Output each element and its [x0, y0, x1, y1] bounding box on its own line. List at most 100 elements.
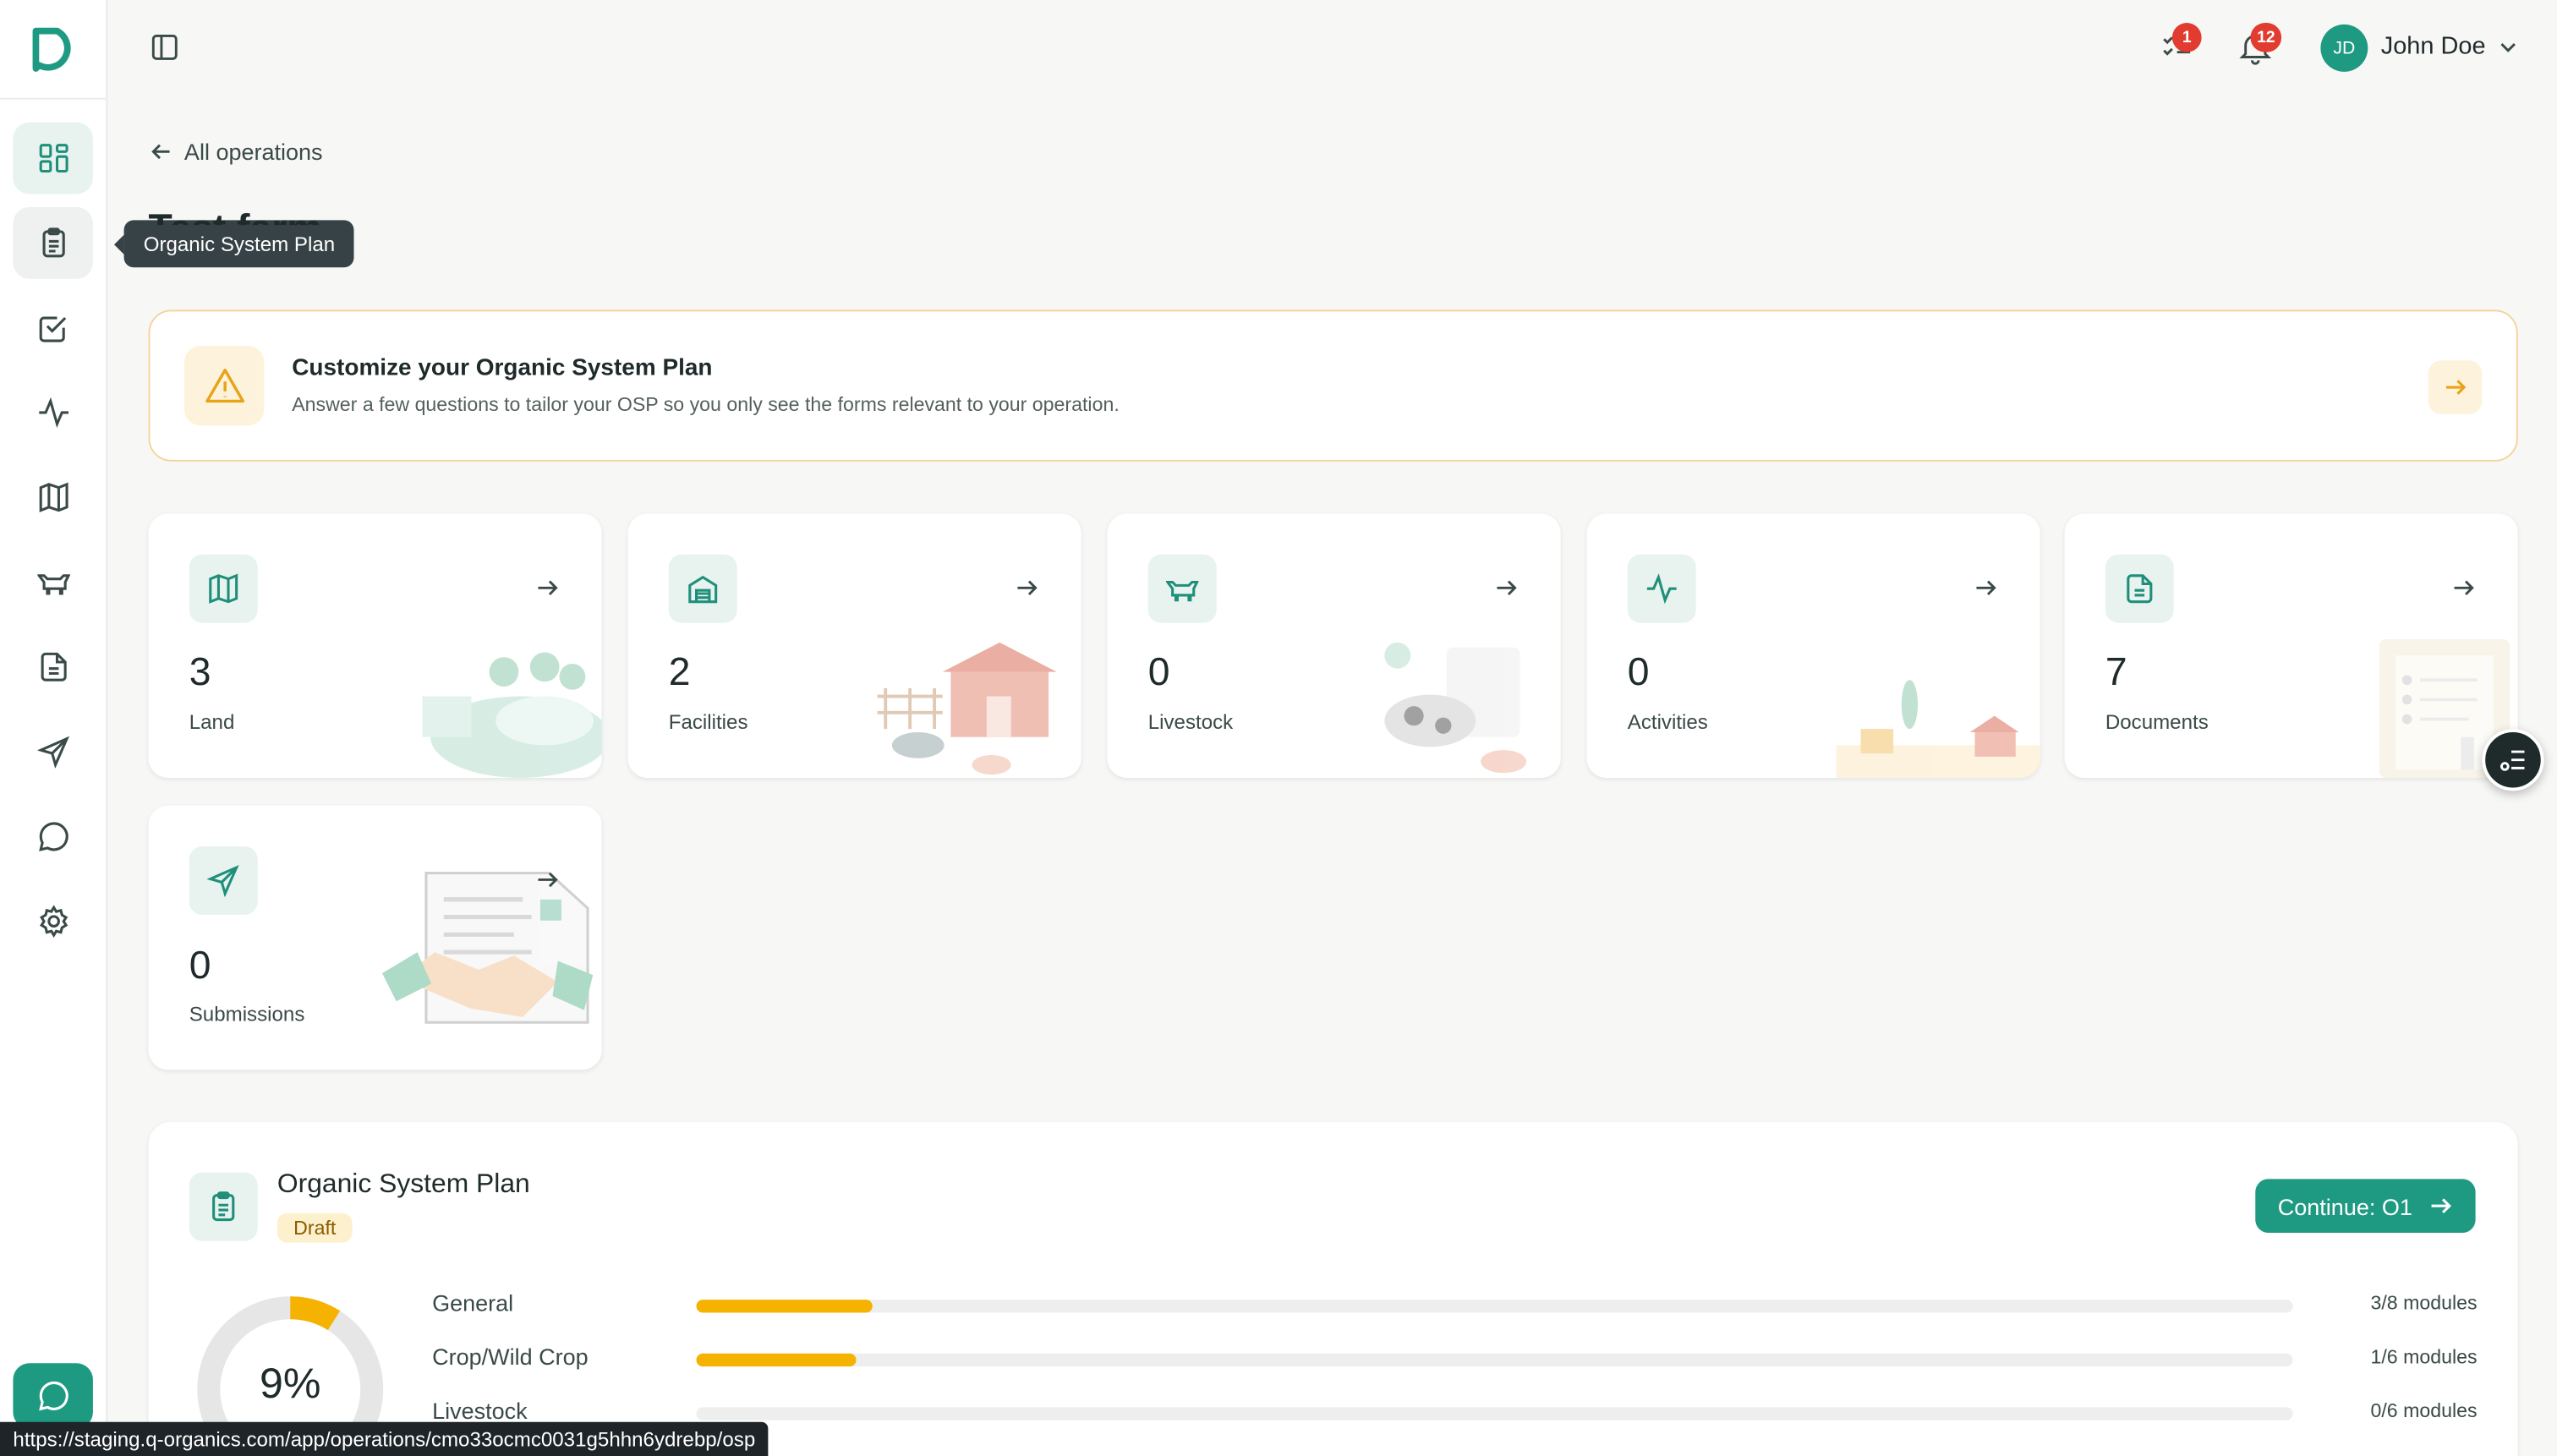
progress-track [696, 1300, 2293, 1313]
sidebar [0, 0, 108, 1456]
stat-card-facilities[interactable]: 2 Facilities [627, 513, 1081, 778]
sidebar-item-livestock[interactable] [13, 546, 93, 618]
arrow-right-icon [1497, 580, 1517, 595]
activity-icon [38, 397, 68, 429]
app-window: Organic System Plan 1 12 JD John Doe All… [0, 0, 2557, 1456]
progress-row-label: Livestock [432, 1397, 528, 1424]
banner-title: Customize your Organic System Plan [292, 355, 713, 382]
stat-card-land[interactable]: 3 Land [148, 513, 602, 778]
quick-actions-button[interactable] [2482, 729, 2544, 791]
dashboard-icon [38, 144, 68, 173]
app-logo[interactable] [28, 23, 80, 75]
arrow-right-icon [538, 580, 558, 595]
progress-row-label: Crop/Wild Crop [432, 1344, 589, 1371]
page-title: Test farm [149, 202, 322, 225]
osp-progress-card: Organic System Plan Draft Continue: O1 9… [148, 1121, 2518, 1456]
barn-illustration [877, 642, 1057, 775]
livestock-illustration [1384, 642, 1527, 774]
support-chat-button[interactable] [13, 1363, 93, 1429]
avatar[interactable]: JD [2320, 24, 2368, 72]
stat-card-submissions[interactable]: 0 Submissions [148, 805, 602, 1070]
stat-label: Activities [1627, 710, 1708, 734]
send-icon [189, 846, 258, 915]
message-icon [38, 822, 68, 851]
stat-label: Documents [2105, 710, 2209, 734]
sidebar-tooltip: Organic System Plan [113, 220, 355, 268]
notification-badge: 12 [2250, 23, 2282, 52]
sidebar-item-land[interactable] [13, 462, 93, 534]
chevron-down-icon[interactable] [2497, 36, 2520, 58]
banner-subtitle: Answer a few questions to tailor your OS… [292, 392, 1120, 416]
warning-icon [183, 345, 265, 426]
send-icon [36, 736, 69, 769]
customize-osp-banner[interactable]: Customize your Organic System Plan Answe… [148, 309, 2518, 462]
sidebar-item-messages[interactable] [13, 801, 93, 873]
sidebar-item-dashboard[interactable] [13, 122, 93, 194]
sidebar-item-organic-system-plan[interactable] [13, 206, 93, 279]
stat-count: 3 [189, 650, 211, 695]
cow-icon [36, 574, 69, 595]
warehouse-icon [668, 554, 737, 623]
continue-button[interactable]: Continue: O1 [2255, 1179, 2476, 1234]
chat-icon [38, 1381, 68, 1411]
gear-icon [39, 905, 68, 938]
arrow-right-icon [538, 872, 558, 888]
stat-count: 0 [1147, 650, 1170, 695]
list-settings-icon [2500, 750, 2525, 771]
osp-title: Organic System Plan [277, 1169, 530, 1199]
document-icon [2105, 554, 2174, 623]
clipboard-icon [41, 227, 64, 258]
checkbox-icon [38, 316, 66, 342]
progress-count: 0/6 modules [2370, 1399, 2478, 1422]
stat-label: Land [189, 710, 235, 734]
arrow-right-icon [2454, 580, 2474, 595]
sidebar-item-activities[interactable] [13, 377, 93, 449]
arrow-right-icon [1976, 580, 1996, 595]
stat-card-documents[interactable]: 7 Documents [2064, 513, 2518, 778]
arrow-left-icon [151, 144, 170, 160]
stat-label: Submissions [189, 1003, 305, 1026]
stat-label: Facilities [668, 710, 748, 734]
progress-percent: 9% [260, 1358, 321, 1408]
stat-card-livestock[interactable]: 0 Livestock [1107, 513, 1561, 778]
sidebar-item-submissions[interactable] [13, 716, 93, 788]
link-status-bar: https://staging.q-organics.com/app/opera… [0, 1421, 769, 1456]
cow-icon [1147, 554, 1217, 623]
village-illustration [1836, 680, 2040, 778]
progress-track [696, 1407, 2293, 1420]
task-badge: 1 [2171, 23, 2202, 52]
back-link-label: All operations [183, 138, 323, 165]
progress-count: 3/8 modules [2370, 1291, 2478, 1315]
clipboard-icon [189, 1172, 258, 1241]
stat-count: 7 [2105, 650, 2127, 695]
stat-card-activities[interactable]: 0 Activities [1586, 513, 2040, 778]
continue-button-label: Continue: O1 [2277, 1192, 2412, 1219]
sidebar-item-settings[interactable] [13, 885, 93, 957]
map-icon [189, 554, 258, 623]
stat-label: Livestock [1147, 710, 1234, 734]
document-icon [40, 652, 66, 681]
progress-row-crop: Crop/Wild Crop 1/6 modules [432, 1344, 2487, 1377]
progress-track [696, 1353, 2293, 1367]
banner-arrow-button[interactable] [2428, 360, 2483, 414]
stat-count: 2 [668, 650, 691, 695]
progress-fill [696, 1300, 873, 1313]
status-badge: Draft [277, 1212, 353, 1243]
arrow-right-icon [2432, 1198, 2452, 1214]
progress-count: 1/6 modules [2370, 1345, 2478, 1369]
sidebar-toggle-icon[interactable] [150, 33, 179, 63]
activity-icon [1627, 554, 1696, 623]
user-name[interactable]: John Doe [2381, 33, 2486, 61]
sidebar-item-tasks[interactable] [13, 292, 93, 364]
progress-row-general: General 3/8 modules [432, 1290, 2487, 1323]
progress-fill [696, 1353, 857, 1367]
sidebar-item-documents[interactable] [13, 631, 93, 703]
sidebar-divider [0, 97, 108, 100]
arrow-right-icon [2445, 380, 2467, 395]
back-link[interactable]: All operations [150, 138, 323, 165]
arrow-right-icon [1017, 580, 1038, 595]
map-icon [38, 482, 68, 512]
progress-row-label: General [432, 1289, 514, 1316]
stat-count: 0 [189, 944, 211, 988]
farmland-illustration [422, 652, 602, 778]
